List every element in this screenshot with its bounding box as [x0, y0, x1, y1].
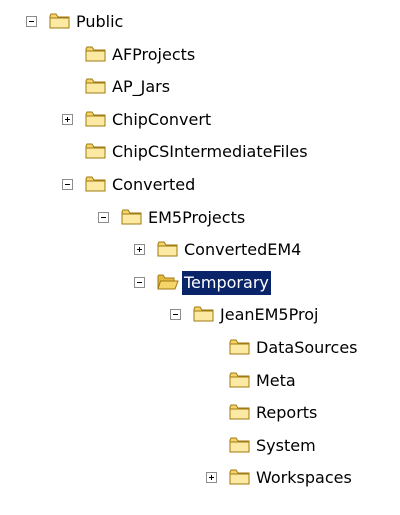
tree-node-jeanem5proj[interactable]: JeanEM5Proj: [0, 303, 400, 329]
collapse-icon[interactable]: [134, 276, 145, 288]
tree-node-label[interactable]: System: [254, 434, 318, 458]
collapse-icon[interactable]: [26, 16, 37, 27]
tree-node-workspaces[interactable]: Workspaces: [0, 466, 400, 492]
folder-icon: [49, 12, 71, 30]
collapse-icon[interactable]: [170, 309, 181, 321]
folder-icon: [193, 305, 215, 323]
tree-node-chipcsintermediatefiles[interactable]: ChipCSIntermediateFiles: [0, 140, 400, 166]
folder-icon: [85, 142, 107, 160]
expand-icon[interactable]: [62, 113, 73, 125]
tree-node-label[interactable]: Reports: [254, 401, 319, 425]
collapse-icon[interactable]: [62, 179, 73, 190]
folder-icon: [85, 45, 107, 63]
tree-node-label[interactable]: JeanEM5Proj: [218, 303, 320, 327]
tree-node-ap_jars[interactable]: AP_Jars: [0, 75, 400, 101]
folder-icon: [229, 403, 251, 421]
tree-node-label[interactable]: DataSources: [254, 336, 360, 360]
folder-icon: [85, 175, 107, 193]
tree-node-label[interactable]: EM5Projects: [146, 206, 247, 230]
tree-node-label[interactable]: AP_Jars: [110, 75, 172, 99]
folder-icon: [229, 468, 251, 486]
tree-node-meta[interactable]: Meta: [0, 369, 400, 395]
tree-node-label[interactable]: ChipConvert: [110, 108, 213, 132]
tree-node-reports[interactable]: Reports: [0, 401, 400, 427]
folder-icon: [85, 110, 107, 128]
folder-icon: [229, 371, 251, 389]
folder-icon: [85, 77, 107, 95]
collapse-icon[interactable]: [98, 211, 109, 223]
tree-node-chipconvert[interactable]: ChipConvert: [0, 108, 400, 134]
tree-node-system[interactable]: System: [0, 434, 400, 460]
folder-icon: [157, 240, 179, 258]
expand-icon[interactable]: [134, 244, 145, 256]
tree-node-label[interactable]: ChipCSIntermediateFiles: [110, 140, 310, 164]
tree-node-label[interactable]: Converted: [110, 173, 197, 197]
folder-tree: Public AFProjects AP_Jars ChipConvert ChipCS…: [0, 0, 400, 515]
tree-node-converted[interactable]: Converted: [0, 173, 400, 199]
folder-icon: [229, 436, 251, 454]
tree-node-em5projects[interactable]: EM5Projects: [0, 206, 400, 232]
tree-node-convertedem4[interactable]: ConvertedEM4: [0, 238, 400, 264]
tree-node-label[interactable]: Meta: [254, 369, 298, 393]
open-folder-icon: [157, 273, 179, 291]
tree-node-afprojects[interactable]: AFProjects: [0, 43, 400, 69]
tree-node-label[interactable]: Temporary: [182, 270, 271, 295]
tree-node-label[interactable]: Workspaces: [254, 466, 354, 490]
tree-node-datasources[interactable]: DataSources: [0, 336, 400, 362]
folder-icon: [229, 338, 251, 356]
expand-icon[interactable]: [206, 472, 217, 484]
tree-node-label[interactable]: AFProjects: [110, 43, 197, 67]
tree-node-public[interactable]: Public: [0, 10, 400, 36]
tree-node-temporary[interactable]: Temporary: [0, 270, 400, 297]
folder-icon: [121, 208, 143, 226]
tree-node-label[interactable]: ConvertedEM4: [182, 238, 303, 262]
tree-node-label[interactable]: Public: [74, 10, 125, 34]
